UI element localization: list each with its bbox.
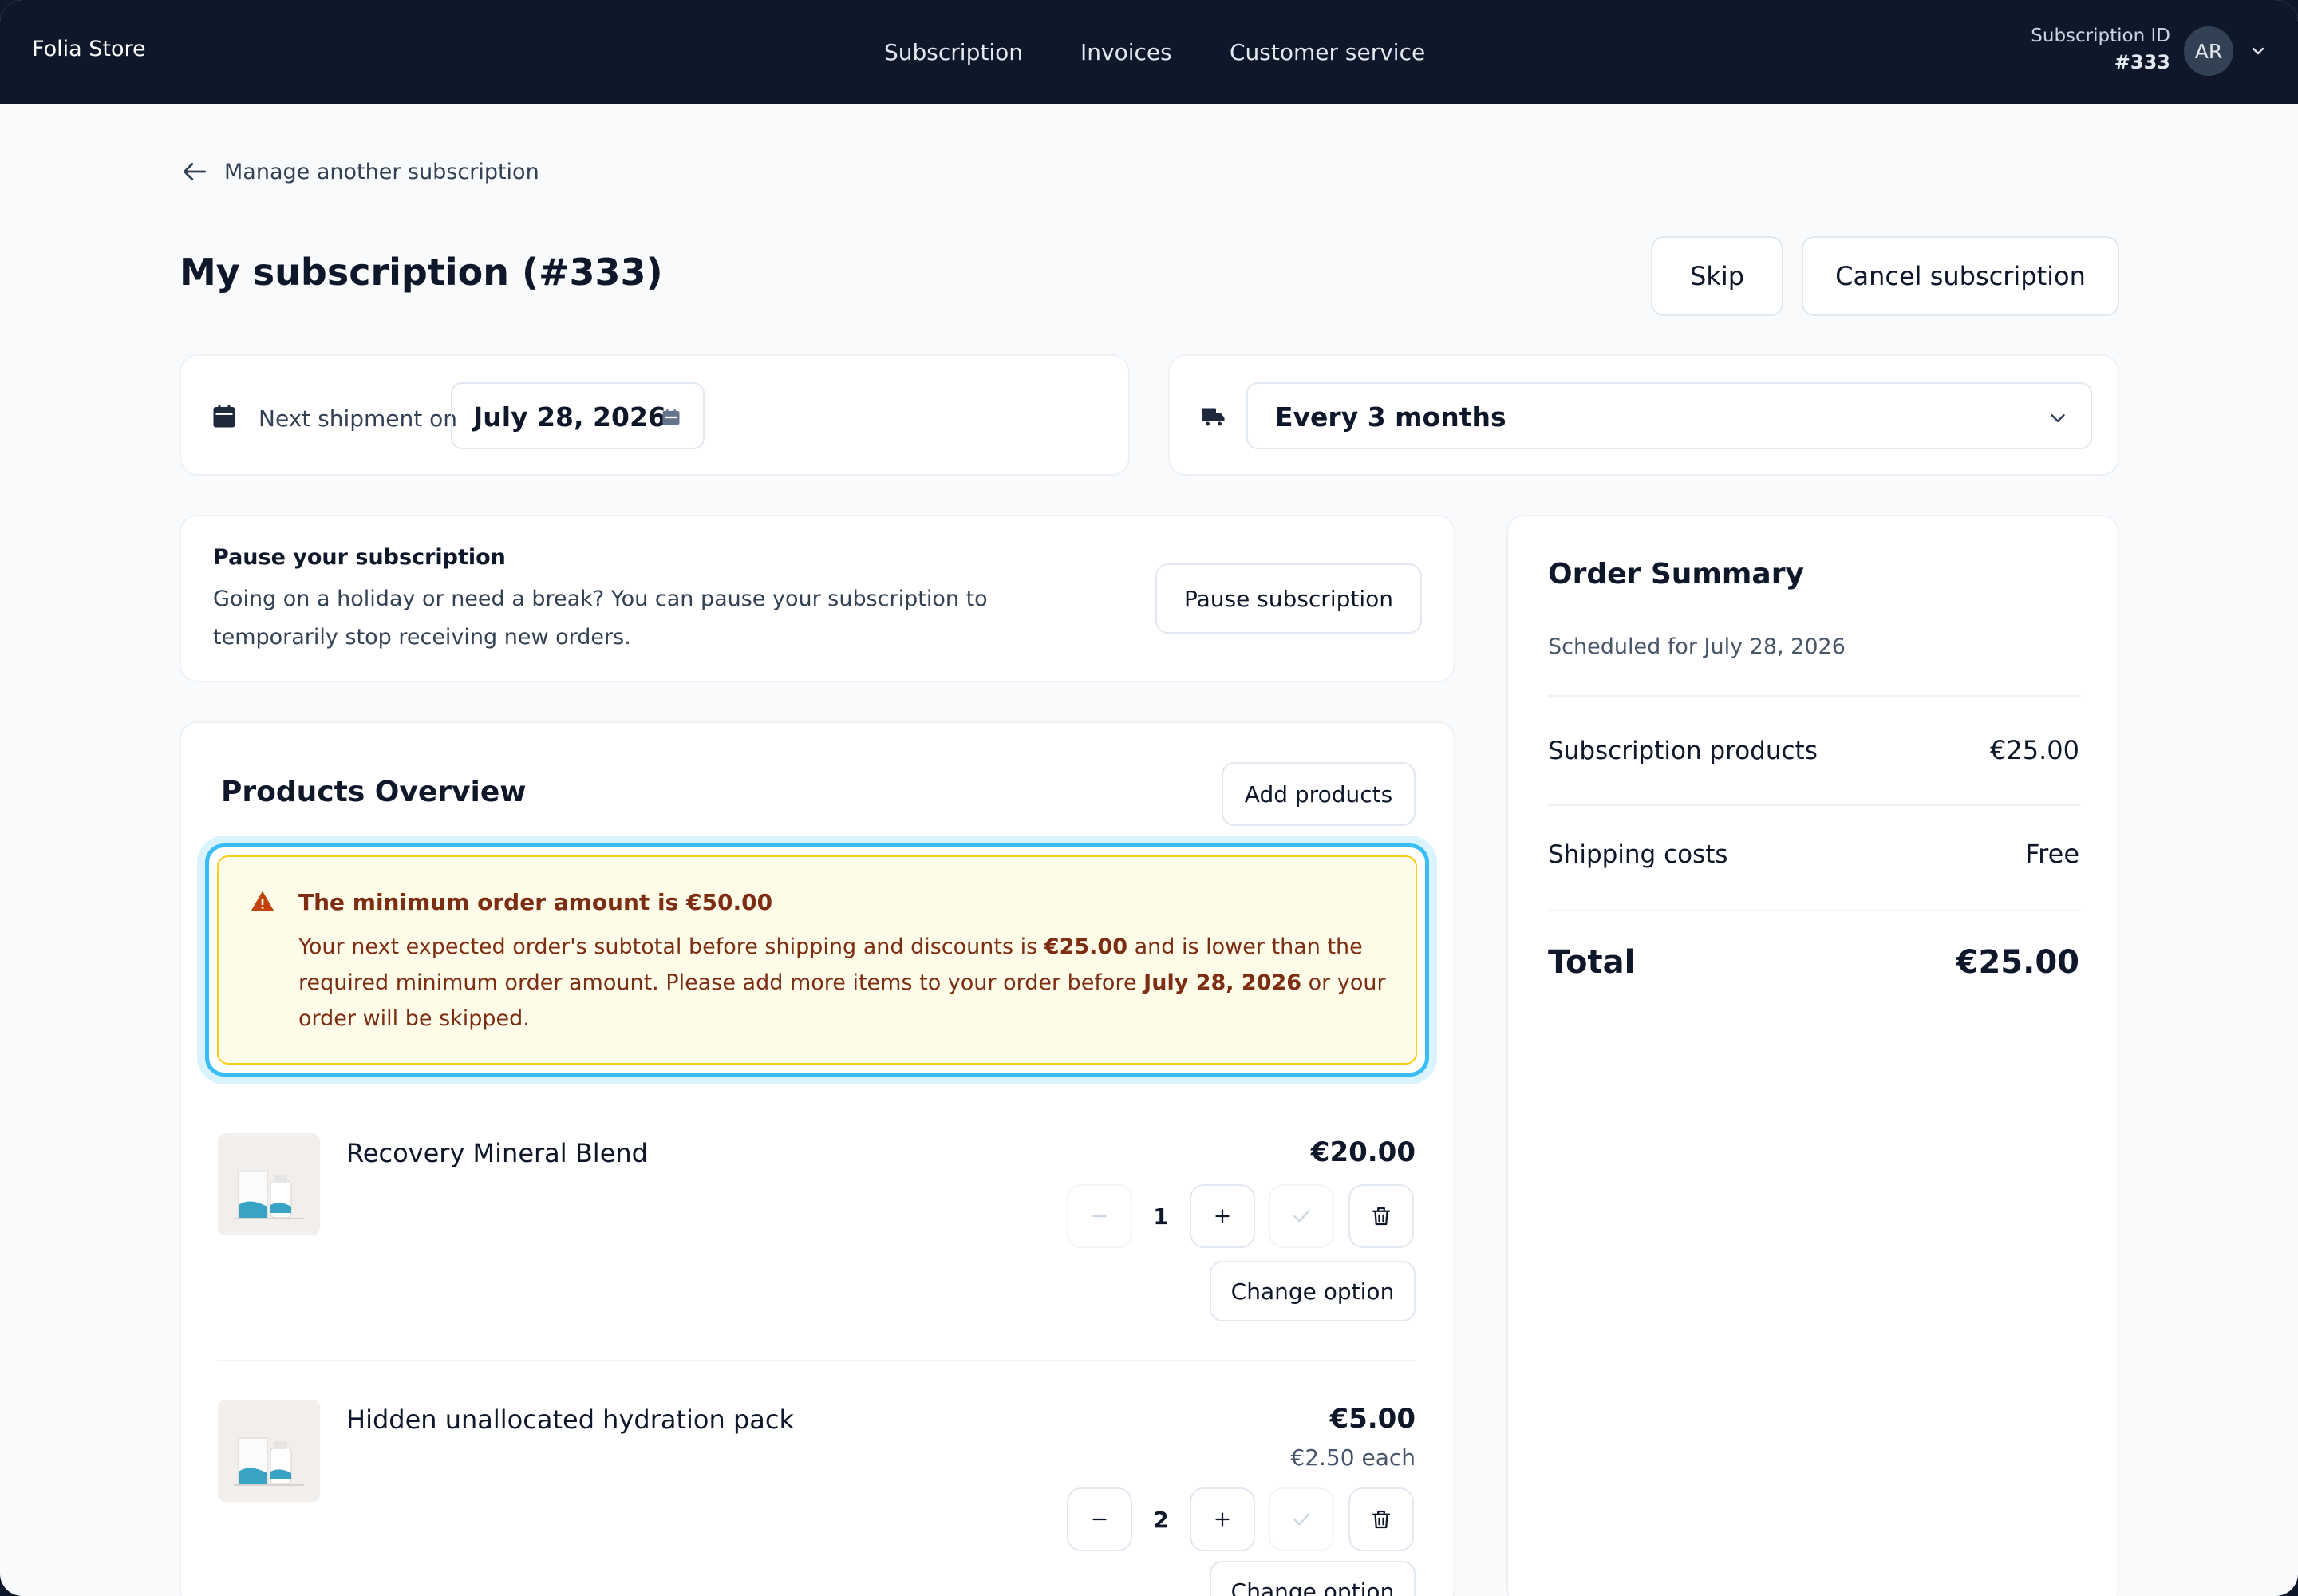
brand-logo[interactable]: Folia Store bbox=[32, 37, 146, 61]
summary-divider bbox=[1548, 804, 2081, 806]
pause-description: Going on a holiday or need a break? You … bbox=[213, 587, 988, 650]
shipment-date-picker[interactable]: July 28, 2026 bbox=[451, 382, 705, 449]
product-name: Hidden unallocated hydration pack bbox=[346, 1404, 794, 1435]
calendar-icon bbox=[213, 405, 235, 428]
trash-icon bbox=[1372, 1510, 1391, 1529]
pause-title: Pause your subscription bbox=[213, 545, 506, 570]
nav-invoices[interactable]: Invoices bbox=[1080, 39, 1172, 65]
arrow-left-icon bbox=[183, 163, 207, 180]
add-products-button[interactable]: Add products bbox=[1222, 762, 1416, 826]
product-bottle-image bbox=[234, 1437, 304, 1486]
alert-title: The minimum order amount is €50.00 bbox=[298, 889, 773, 915]
order-summary-title: Order Summary bbox=[1548, 558, 1804, 591]
page-title: My subscription (#333) bbox=[180, 251, 663, 294]
alert-body: Your next expected order's subtotal befo… bbox=[298, 934, 1386, 1031]
change-option-button[interactable]: Change option bbox=[1210, 1561, 1416, 1596]
products-overview-title: Products Overview bbox=[221, 776, 527, 808]
summary-divider bbox=[1548, 695, 2081, 697]
order-summary-scheduled: Scheduled for July 28, 2026 bbox=[1548, 634, 1846, 659]
truck-icon bbox=[1202, 408, 1225, 428]
next-shipment-label: Next shipment on bbox=[259, 405, 458, 432]
change-option-button[interactable]: Change option bbox=[1210, 1261, 1416, 1321]
product-divider bbox=[217, 1360, 1416, 1361]
subscription-id-value: #333 bbox=[2114, 51, 2170, 73]
frequency-selected-value: Every 3 months bbox=[1275, 401, 1506, 433]
shipping-costs-value: Free bbox=[2025, 839, 2079, 869]
minimum-order-alert: The minimum order amount is €50.00 Your … bbox=[217, 855, 1417, 1065]
avatar[interactable]: AR bbox=[2184, 26, 2233, 76]
shipping-costs-label: Shipping costs bbox=[1548, 840, 1728, 869]
alert-date: July 28, 2026 bbox=[1143, 970, 1302, 995]
summary-divider bbox=[1548, 910, 2081, 911]
product-price: €5.00 bbox=[1329, 1403, 1416, 1435]
skip-button[interactable]: Skip bbox=[1651, 236, 1783, 316]
decrease-quantity-button[interactable] bbox=[1067, 1184, 1132, 1248]
order-summary-card: Order Summary Scheduled for July 28, 202… bbox=[1506, 515, 2119, 1596]
subscription-products-label: Subscription products bbox=[1548, 737, 1818, 765]
chevron-down-icon bbox=[2051, 414, 2065, 422]
increase-quantity-button[interactable] bbox=[1190, 1184, 1255, 1248]
quantity-value: 1 bbox=[1153, 1203, 1169, 1230]
account-chevron-down-icon[interactable] bbox=[2249, 41, 2268, 61]
delete-product-button[interactable] bbox=[1348, 1487, 1414, 1551]
pause-subscription-button[interactable]: Pause subscription bbox=[1155, 563, 1422, 634]
product-price: €20.00 bbox=[1310, 1136, 1416, 1168]
frequency-select[interactable]: Every 3 months bbox=[1246, 382, 2092, 449]
calendar-icon bbox=[662, 409, 680, 425]
app-window: Folia Store Subscription Invoices Custom… bbox=[0, 0, 2298, 1596]
cancel-subscription-button[interactable]: Cancel subscription bbox=[1802, 236, 2119, 316]
check-icon bbox=[1293, 1513, 1309, 1526]
plus-icon bbox=[1215, 1209, 1230, 1223]
shipment-date-value: July 28, 2026 bbox=[473, 401, 666, 433]
confirm-quantity-button[interactable] bbox=[1269, 1184, 1334, 1248]
trash-icon bbox=[1372, 1207, 1391, 1226]
minus-icon bbox=[1092, 1518, 1107, 1521]
delivery-frequency-card: Every 3 months bbox=[1168, 354, 2119, 476]
alert-amount: €25.00 bbox=[1044, 934, 1127, 959]
next-shipment-card: Next shipment on July 28, 2026 bbox=[180, 354, 1130, 476]
confirm-quantity-button[interactable] bbox=[1269, 1487, 1334, 1551]
nav-subscription[interactable]: Subscription bbox=[884, 39, 1023, 65]
quantity-value: 2 bbox=[1153, 1507, 1169, 1533]
product-image bbox=[218, 1133, 320, 1235]
decrease-quantity-button[interactable] bbox=[1067, 1487, 1132, 1551]
minus-icon bbox=[1092, 1215, 1107, 1218]
product-image bbox=[218, 1400, 320, 1502]
product-unit-price: €2.50 each bbox=[1290, 1444, 1416, 1471]
subscription-id-label: Subscription ID bbox=[2031, 26, 2170, 46]
product-bottle-image bbox=[234, 1171, 304, 1219]
warning-triangle-icon bbox=[251, 891, 274, 911]
back-link-label: Manage another subscription bbox=[224, 159, 539, 184]
delete-product-button[interactable] bbox=[1348, 1184, 1414, 1248]
top-navigation-bar: Folia Store Subscription Invoices Custom… bbox=[0, 0, 2298, 104]
product-name: Recovery Mineral Blend bbox=[346, 1138, 648, 1168]
total-value: €25.00 bbox=[1956, 944, 2079, 981]
back-link[interactable]: Manage another subscription bbox=[180, 156, 539, 187]
nav-customer-service[interactable]: Customer service bbox=[1230, 39, 1425, 65]
increase-quantity-button[interactable] bbox=[1190, 1487, 1255, 1551]
subscription-products-value: €25.00 bbox=[1990, 735, 2079, 765]
check-icon bbox=[1293, 1210, 1309, 1223]
total-label: Total bbox=[1548, 944, 1636, 981]
plus-icon bbox=[1215, 1512, 1230, 1527]
